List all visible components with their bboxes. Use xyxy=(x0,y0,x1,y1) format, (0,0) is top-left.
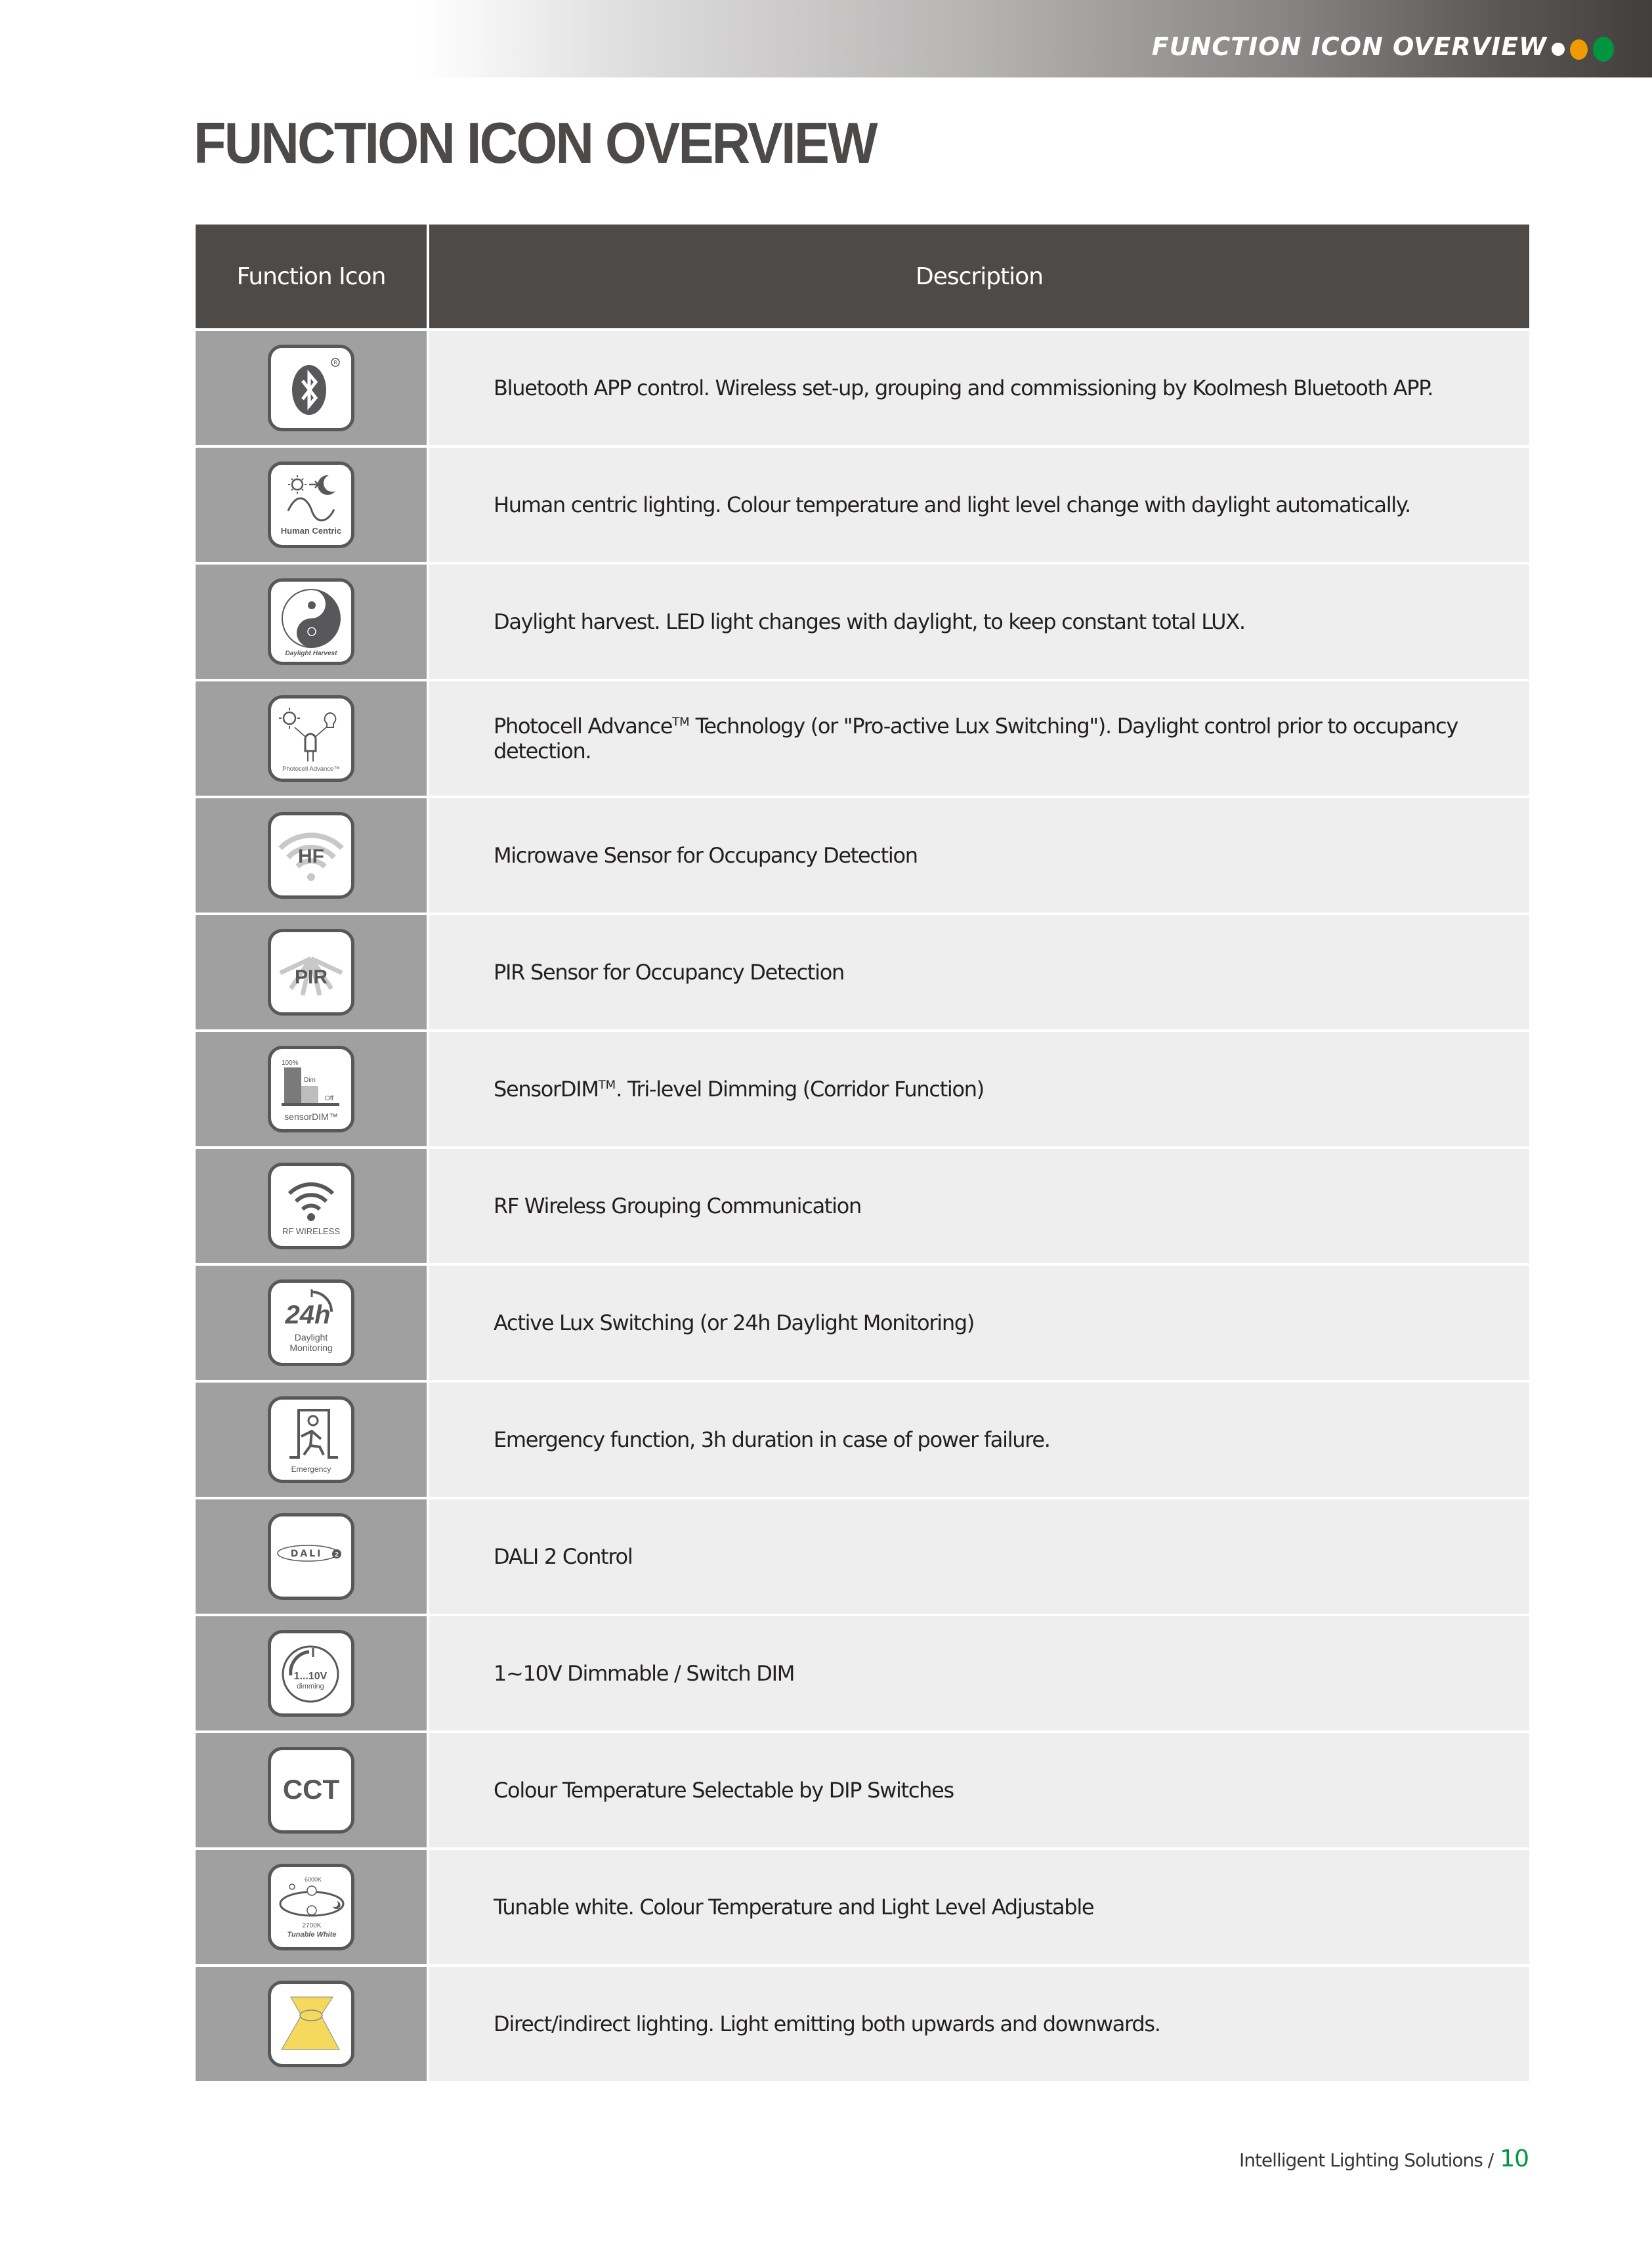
table-header-row: Function Icon Description xyxy=(196,225,1529,331)
table-row: Direct/indirect lighting. Light emitting… xyxy=(196,1966,1529,2081)
tunable-white-icon: 6000K 2700K Tunable White xyxy=(268,1864,354,1950)
column-header-function-icon: Function Icon xyxy=(196,225,429,331)
svg-text:Monitoring: Monitoring xyxy=(289,1343,332,1353)
direct-indirect-lighting-icon xyxy=(268,1981,354,2067)
table-row: PIR PIR Sensor for Occupancy Detection xyxy=(196,914,1529,1032)
description: Daylight harvest. LED light changes with… xyxy=(428,563,1529,681)
svg-text:2700K: 2700K xyxy=(303,1922,322,1929)
emergency-icon: Emergency xyxy=(268,1396,354,1483)
header-dots xyxy=(1552,37,1614,62)
table-row: Daylight Harvest Daylight harvest. LED l… xyxy=(196,563,1529,681)
svg-text:100%: 100% xyxy=(282,1060,299,1067)
green-dot-icon xyxy=(1593,37,1614,62)
white-dot-icon xyxy=(1552,43,1565,56)
description: Bluetooth APP control. Wireless set-up, … xyxy=(428,330,1529,448)
hf-microwave-icon: HF xyxy=(268,812,354,899)
svg-text:Photocell Advance™: Photocell Advance™ xyxy=(282,765,340,773)
svg-text:sensorDIM™: sensorDIM™ xyxy=(284,1111,338,1122)
human-centric-icon: Human Centric xyxy=(268,462,354,548)
table-row: 100% Dim Off sensorDIM™ SensorDIMTM. Tri… xyxy=(196,1031,1529,1149)
description: DALI 2 Control xyxy=(428,1498,1529,1616)
description: Tunable white. Colour Temperature and Li… xyxy=(428,1849,1529,1967)
svg-text:Daylight: Daylight xyxy=(295,1332,328,1343)
dali-2-icon: DALI 2 xyxy=(268,1513,354,1600)
description: Active Lux Switching (or 24h Daylight Mo… xyxy=(428,1264,1529,1383)
table-row: 1...10V dimming 1~10V Dimmable / Switch … xyxy=(196,1615,1529,1733)
description: Direct/indirect lighting. Light emitting… xyxy=(428,1966,1529,2081)
table-row: RF WIRELESS RF Wireless Grouping Communi… xyxy=(196,1148,1529,1266)
table-row: Human Centric Human centric lighting. Co… xyxy=(196,446,1529,565)
page-number: 10 xyxy=(1500,2145,1529,2172)
daylight-harvest-icon: Daylight Harvest xyxy=(268,578,354,665)
cct-icon: CCT xyxy=(268,1747,354,1834)
svg-text:Emergency: Emergency xyxy=(291,1465,331,1474)
column-header-description: Description xyxy=(428,225,1529,331)
footer-text: Intelligent Lighting Solutions / xyxy=(1239,2149,1494,2171)
description: RF Wireless Grouping Communication xyxy=(428,1148,1529,1266)
header-bar-title: FUNCTION ICON OVERVIEW xyxy=(1151,32,1547,61)
1-10v-dimming-icon: 1...10V dimming xyxy=(268,1630,354,1717)
table-row: DALI 2 DALI 2 Control xyxy=(196,1498,1529,1616)
description: Microwave Sensor for Occupancy Detection xyxy=(428,797,1529,915)
description: Colour Temperature Selectable by DIP Swi… xyxy=(428,1732,1529,1850)
description: Emergency function, 3h duration in case … xyxy=(428,1381,1529,1499)
description: Human centric lighting. Colour temperatu… xyxy=(428,446,1529,565)
table-row: Emergency Emergency function, 3h duratio… xyxy=(196,1381,1529,1499)
table-row: 24h Daylight Monitoring Active Lux Switc… xyxy=(196,1264,1529,1383)
svg-text:DALI: DALI xyxy=(291,1549,323,1559)
svg-text:Human Centric: Human Centric xyxy=(281,526,341,536)
page-footer: Intelligent Lighting Solutions / 10 xyxy=(1239,2145,1529,2172)
page-title: FUNCTION ICON OVERVIEW xyxy=(194,110,878,175)
pir-sensor-icon: PIR xyxy=(268,929,354,1016)
table-row: R Bluetooth APP control. Wireless set-up… xyxy=(196,330,1529,448)
svg-text:R: R xyxy=(333,360,337,366)
svg-text:CCT: CCT xyxy=(283,1774,340,1805)
svg-text:dimming: dimming xyxy=(297,1683,324,1690)
svg-text:HF: HF xyxy=(298,846,324,867)
svg-text:2: 2 xyxy=(335,1551,339,1558)
table-row: CCT Colour Temperature Selectable by DIP… xyxy=(196,1732,1529,1850)
svg-text:24h: 24h xyxy=(285,1300,331,1329)
svg-text:PIR: PIR xyxy=(295,966,328,988)
rf-wireless-icon: RF WIRELESS xyxy=(268,1163,354,1249)
table-row: 6000K 2700K Tunable White Tunable white.… xyxy=(196,1849,1529,1967)
function-icon-table: Function Icon Description R Bluetooth AP… xyxy=(196,225,1529,2081)
svg-text:Off: Off xyxy=(325,1095,333,1102)
photocell-advance-icon: Photocell Advance™ xyxy=(268,695,354,782)
svg-text:Daylight Harvest: Daylight Harvest xyxy=(286,650,338,657)
svg-text:RF WIRELESS: RF WIRELESS xyxy=(282,1226,340,1236)
svg-text:1...10V: 1...10V xyxy=(294,1671,328,1682)
orange-dot-icon xyxy=(1570,39,1588,60)
bluetooth-icon: R xyxy=(268,345,354,431)
table-row: Photocell Advance™ Photocell AdvanceTM T… xyxy=(196,680,1529,798)
description: 1~10V Dimmable / Switch DIM xyxy=(428,1615,1529,1733)
description: Photocell AdvanceTM Technology (or "Pro-… xyxy=(428,680,1529,798)
24h-daylight-monitoring-icon: 24h Daylight Monitoring xyxy=(268,1279,354,1366)
svg-text:Tunable White: Tunable White xyxy=(287,1931,337,1939)
svg-text:Dim: Dim xyxy=(304,1077,316,1084)
description: PIR Sensor for Occupancy Detection xyxy=(428,914,1529,1032)
table-row: HF Microwave Sensor for Occupancy Detect… xyxy=(196,797,1529,915)
svg-text:6000K: 6000K xyxy=(305,1876,322,1883)
sensordim-icon: 100% Dim Off sensorDIM™ xyxy=(268,1046,354,1132)
description: SensorDIMTM. Tri-level Dimming (Corridor… xyxy=(428,1031,1529,1149)
header-bar: FUNCTION ICON OVERVIEW xyxy=(420,0,1652,77)
